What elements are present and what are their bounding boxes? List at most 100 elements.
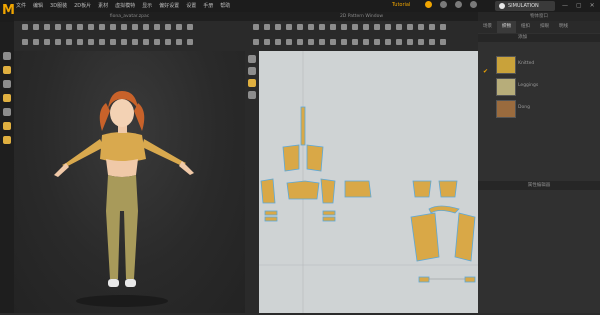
tool2d-tool-icon[interactable] [286, 24, 292, 30]
menu-item-7[interactable]: 偏好设置 [159, 2, 179, 9]
tool3d-tool-icon[interactable] [22, 39, 28, 45]
menu-item-2[interactable]: 3D服装 [50, 2, 67, 9]
tool2d-tool-icon[interactable] [308, 24, 314, 30]
tool2d-tool-icon[interactable] [275, 24, 281, 30]
tab-2[interactable]: 纽扣 [516, 21, 535, 33]
tool3d-tool-icon[interactable] [176, 39, 182, 45]
settings-icon[interactable] [455, 1, 462, 8]
tool2d-tool-icon[interactable] [330, 24, 336, 30]
tool2d-tool-icon[interactable] [385, 24, 391, 30]
tool3d-tool-icon[interactable] [187, 24, 193, 30]
tab-4[interactable]: 明线 [554, 21, 573, 33]
tool2d-tool-icon[interactable] [275, 39, 281, 45]
tool2d-tool-icon[interactable] [385, 39, 391, 45]
tool2d-tool-icon[interactable] [264, 24, 270, 30]
simulation-button[interactable]: SIMULATION [495, 1, 555, 11]
tab-0[interactable]: 场景 [478, 21, 497, 33]
tool2d-tool-icon[interactable] [264, 39, 270, 45]
tool2d-tool-icon[interactable] [330, 39, 336, 45]
tool2d-tool-icon[interactable] [407, 24, 413, 30]
tool2d-tool-icon[interactable] [253, 39, 259, 45]
2d-pattern-canvas[interactable] [259, 51, 478, 313]
sew-tool-icon[interactable] [248, 79, 256, 87]
tool3d-tool-icon[interactable] [143, 39, 149, 45]
tool3d-tool-icon[interactable] [132, 24, 138, 30]
tool3d-tool-icon[interactable] [33, 24, 39, 30]
avatar-tool-icon[interactable] [3, 122, 11, 130]
tool3d-tool-icon[interactable] [165, 24, 171, 30]
tool3d-tool-icon[interactable] [55, 24, 61, 30]
help-icon[interactable] [470, 1, 477, 8]
rotate-tool-icon[interactable] [3, 80, 11, 88]
close-button[interactable]: ✕ [590, 2, 595, 9]
tool3d-tool-icon[interactable] [132, 39, 138, 45]
texture-tool-icon[interactable] [248, 91, 256, 99]
menu-item-0[interactable]: 文件 [16, 2, 26, 9]
tool2d-tool-icon[interactable] [407, 39, 413, 45]
tool3d-tool-icon[interactable] [44, 39, 50, 45]
tool2d-tool-icon[interactable] [440, 24, 446, 30]
pen-tool-icon[interactable] [248, 55, 256, 63]
tool2d-tool-icon[interactable] [352, 39, 358, 45]
edit-tool-icon[interactable] [248, 67, 256, 75]
tool2d-tool-icon[interactable] [374, 24, 380, 30]
tool2d-tool-icon[interactable] [308, 39, 314, 45]
menu-item-5[interactable]: 虚拟模特 [115, 2, 135, 9]
tool2d-tool-icon[interactable] [418, 24, 424, 30]
minimize-button[interactable]: — [562, 2, 568, 9]
user-icon[interactable] [440, 1, 447, 8]
tool3d-tool-icon[interactable] [66, 39, 72, 45]
tool3d-tool-icon[interactable] [77, 24, 83, 30]
3d-viewport[interactable] [14, 51, 245, 313]
fabric-swatch-1[interactable] [496, 78, 516, 96]
menu-item-3[interactable]: 2D板片 [74, 2, 91, 9]
tool2d-tool-icon[interactable] [363, 24, 369, 30]
tool3d-tool-icon[interactable] [66, 24, 72, 30]
tool3d-tool-icon[interactable] [22, 24, 28, 30]
tool2d-tool-icon[interactable] [396, 24, 402, 30]
tool2d-tool-icon[interactable] [396, 39, 402, 45]
tool3d-tool-icon[interactable] [121, 24, 127, 30]
menu-item-8[interactable]: 设置 [186, 2, 196, 9]
tool2d-tool-icon[interactable] [253, 24, 259, 30]
menu-item-4[interactable]: 素材 [98, 2, 108, 9]
tool2d-tool-icon[interactable] [374, 39, 380, 45]
tool3d-tool-icon[interactable] [99, 24, 105, 30]
pin-tool-icon[interactable] [3, 94, 11, 102]
select-tool-icon[interactable] [3, 52, 11, 60]
tool3d-tool-icon[interactable] [154, 24, 160, 30]
tool3d-tool-icon[interactable] [110, 24, 116, 30]
menu-item-9[interactable]: 手册 [203, 2, 213, 9]
menu-item-6[interactable]: 显示 [142, 2, 152, 9]
tool2d-tool-icon[interactable] [429, 39, 435, 45]
tool2d-tool-icon[interactable] [297, 24, 303, 30]
tool3d-tool-icon[interactable] [88, 24, 94, 30]
tool3d-tool-icon[interactable] [154, 39, 160, 45]
tool2d-tool-icon[interactable] [319, 39, 325, 45]
measure-tool-icon[interactable] [3, 136, 11, 144]
tool2d-tool-icon[interactable] [319, 24, 325, 30]
tool2d-tool-icon[interactable] [286, 39, 292, 45]
tool2d-tool-icon[interactable] [352, 24, 358, 30]
tool3d-tool-icon[interactable] [165, 39, 171, 45]
tool3d-tool-icon[interactable] [143, 24, 149, 30]
fold-tool-icon[interactable] [3, 108, 11, 116]
gear-icon[interactable] [425, 1, 432, 8]
tool3d-tool-icon[interactable] [44, 24, 50, 30]
tool3d-tool-icon[interactable] [33, 39, 39, 45]
tool2d-tool-icon[interactable] [363, 39, 369, 45]
fabric-swatch-0[interactable] [496, 56, 516, 74]
tool2d-tool-icon[interactable] [429, 24, 435, 30]
tool3d-tool-icon[interactable] [88, 39, 94, 45]
tool3d-tool-icon[interactable] [121, 39, 127, 45]
tool2d-tool-icon[interactable] [341, 39, 347, 45]
add-fabric-button[interactable]: 添加 [518, 34, 527, 42]
maximize-button[interactable]: ▢ [576, 2, 582, 9]
menu-item-1[interactable]: 编辑 [33, 2, 43, 9]
menu-item-10[interactable]: 帮助 [220, 2, 230, 9]
tool2d-tool-icon[interactable] [440, 39, 446, 45]
tool2d-tool-icon[interactable] [341, 24, 347, 30]
tool3d-tool-icon[interactable] [77, 39, 83, 45]
tool2d-tool-icon[interactable] [418, 39, 424, 45]
tool3d-tool-icon[interactable] [99, 39, 105, 45]
